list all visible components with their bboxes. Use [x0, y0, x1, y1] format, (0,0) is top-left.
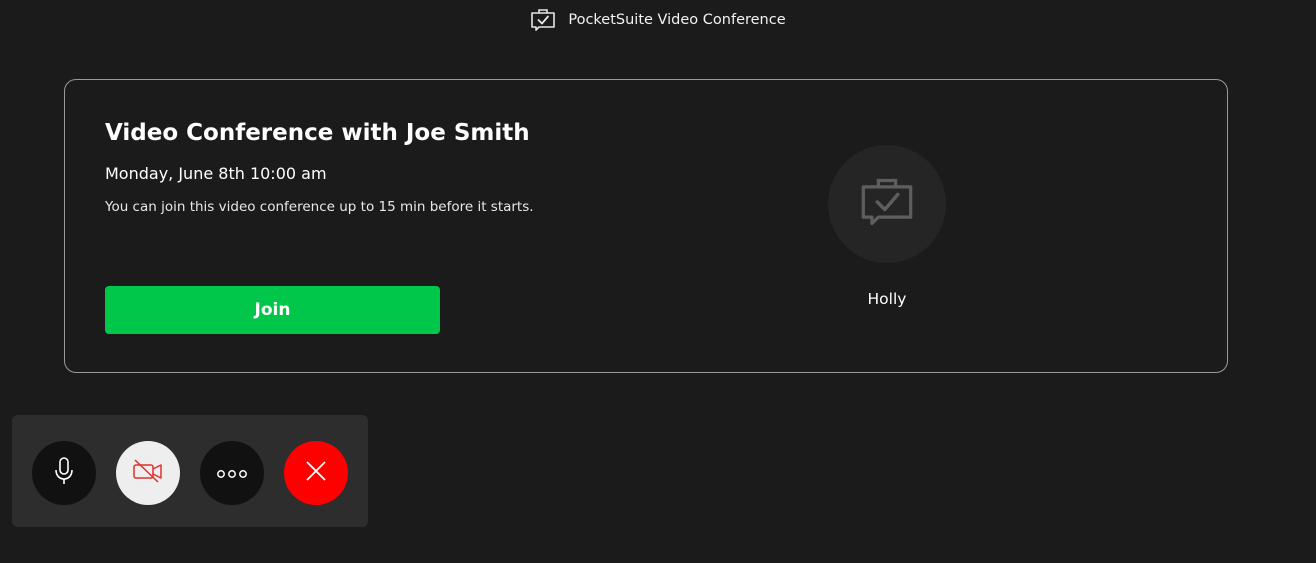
camera-off-icon	[132, 458, 164, 488]
camera-toggle-button[interactable]	[116, 441, 180, 505]
microphone-icon	[52, 456, 76, 490]
join-window-note: You can join this video conference up to…	[105, 199, 534, 215]
call-controls	[12, 415, 368, 527]
end-call-button[interactable]	[284, 441, 348, 505]
briefcase-check-icon	[530, 8, 556, 32]
app-header: PocketSuite Video Conference	[0, 8, 1316, 32]
briefcase-check-icon	[859, 176, 915, 232]
app-title: PocketSuite Video Conference	[568, 12, 786, 28]
mute-button[interactable]	[32, 441, 96, 505]
more-options-button[interactable]	[200, 441, 264, 505]
conference-datetime: Monday, June 8th 10:00 am	[105, 164, 327, 183]
host-avatar	[828, 145, 946, 263]
close-icon	[304, 459, 328, 487]
join-button[interactable]: Join	[105, 286, 440, 334]
conference-card: Video Conference with Joe Smith Monday, …	[64, 79, 1228, 373]
host-name: Holly	[867, 290, 907, 308]
more-options-icon	[216, 464, 248, 483]
conference-title: Video Conference with Joe Smith	[105, 120, 530, 146]
